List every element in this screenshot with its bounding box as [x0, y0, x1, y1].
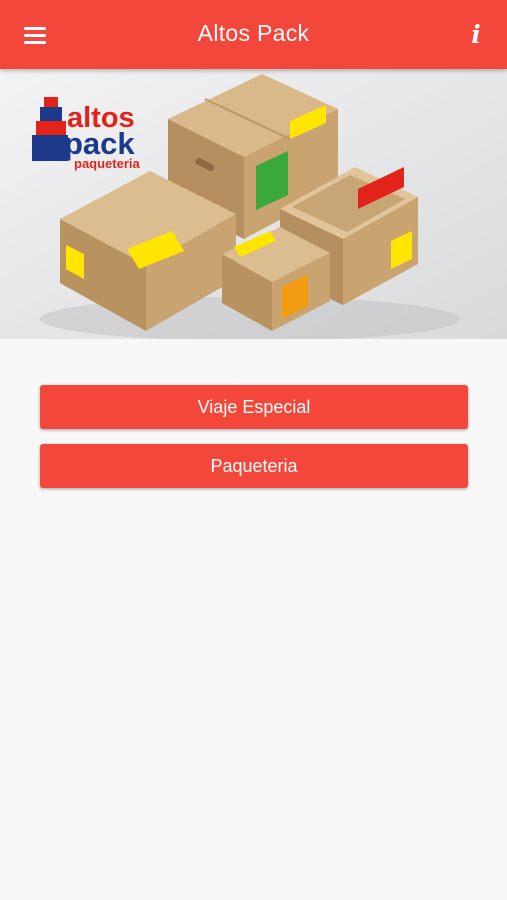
altos-pack-logo: altos pack paqueteria	[32, 97, 141, 171]
hamburger-menu-icon[interactable]	[14, 17, 56, 53]
info-icon[interactable]: i	[459, 16, 493, 54]
app-bar: Altos Pack i	[0, 0, 507, 69]
hero-banner-image: altos pack paqueteria	[0, 69, 507, 339]
page-title: Altos Pack	[197, 20, 310, 46]
viaje-especial-button[interactable]: Viaje Especial	[40, 385, 468, 429]
paqueteria-button[interactable]: Paqueteria	[40, 444, 468, 488]
svg-text:paqueteria: paqueteria	[74, 156, 141, 171]
